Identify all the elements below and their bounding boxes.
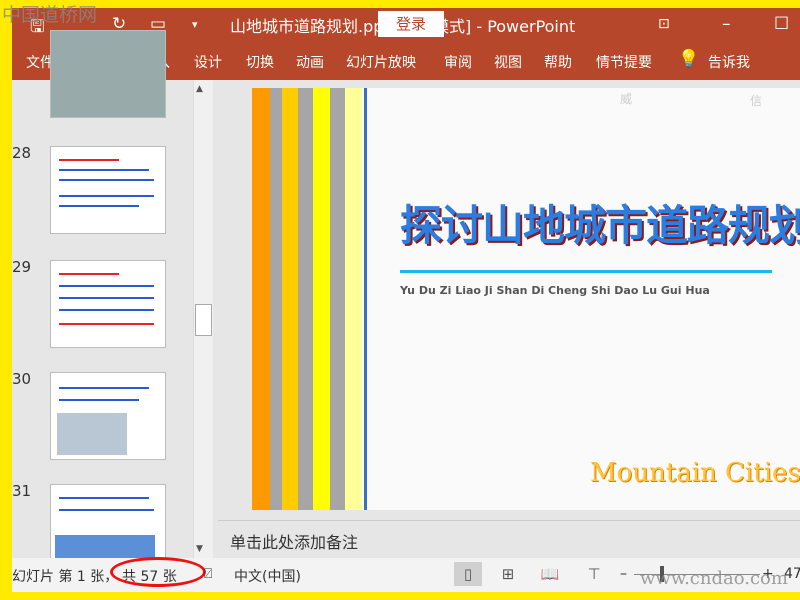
slide-number: 29 bbox=[12, 258, 32, 276]
slide-position: 幻灯片 第 1 张， bbox=[12, 569, 119, 585]
slide-number: 31 bbox=[12, 482, 32, 500]
slide-title[interactable]: 探讨山地城市道路规划 bbox=[400, 192, 800, 253]
slideshow-icon[interactable]: ⊤ bbox=[580, 562, 608, 586]
slide-sorter-icon[interactable]: ⊞ bbox=[494, 562, 522, 586]
tell-me-input[interactable]: 告诉我 bbox=[708, 52, 750, 72]
color-stripe bbox=[313, 88, 330, 510]
color-stripe bbox=[330, 88, 345, 510]
notes-pane[interactable]: 单击此处添加备注 bbox=[218, 520, 800, 556]
reading-view-icon[interactable]: 📖 bbox=[536, 562, 564, 586]
minimize-icon[interactable]: – bbox=[722, 14, 731, 34]
scroll-thumb[interactable] bbox=[195, 304, 212, 336]
scroll-up-icon[interactable]: ▲ bbox=[196, 84, 203, 94]
tab-transitions[interactable]: 切换 bbox=[246, 52, 274, 72]
scroll-down-icon[interactable]: ▼ bbox=[196, 544, 203, 554]
login-button[interactable]: 登录 bbox=[378, 11, 444, 37]
tab-view[interactable]: 视图 bbox=[494, 52, 522, 72]
tab-slideshow[interactable]: 幻灯片放映 bbox=[346, 52, 416, 72]
color-stripe bbox=[282, 88, 298, 510]
english-title[interactable]: Mountain Cities bbox=[590, 458, 800, 488]
lightbulb-icon: 💡 bbox=[678, 49, 700, 69]
customize-toolbar-icon[interactable]: ▾ bbox=[192, 18, 198, 31]
ribbon-display-icon[interactable]: ⊡ bbox=[658, 16, 670, 32]
divider-line bbox=[364, 88, 367, 510]
tab-storyboard[interactable]: 情节提要 bbox=[596, 52, 652, 72]
title-underline bbox=[400, 270, 772, 273]
color-stripe bbox=[345, 88, 362, 510]
watermark-bottom: www.cndao.com bbox=[640, 568, 788, 589]
slide-thumbnail-pane: 28 29 30 31 bbox=[12, 30, 216, 572]
color-stripe bbox=[298, 88, 313, 510]
slide-thumbnail[interactable] bbox=[50, 372, 166, 460]
slide-thumbnail[interactable] bbox=[50, 260, 166, 348]
thumbnail-scrollbar[interactable]: ▲ ▼ bbox=[193, 80, 213, 558]
slide-number: 28 bbox=[12, 144, 32, 162]
map-label: 信 bbox=[750, 94, 763, 108]
slide-thumbnail[interactable] bbox=[50, 146, 166, 234]
zoom-out-icon[interactable]: – bbox=[620, 566, 627, 582]
spellcheck-icon[interactable]: ⍁ bbox=[204, 566, 212, 582]
watermark-top: 中国道桥网 bbox=[2, 4, 98, 26]
slide-number: 30 bbox=[12, 370, 32, 388]
tab-review[interactable]: 审阅 bbox=[444, 52, 472, 72]
slide-editor: 威 信 探讨山地城市道路规划 Yu Du Zi Liao Ji Shan Di … bbox=[218, 80, 800, 518]
map-label: 威 bbox=[620, 92, 633, 106]
highlight-circle bbox=[110, 557, 206, 587]
maximize-icon[interactable]: ☐ bbox=[774, 14, 789, 34]
tab-animations[interactable]: 动画 bbox=[296, 52, 324, 72]
slide-canvas[interactable]: 威 信 探讨山地城市道路规划 Yu Du Zi Liao Ji Shan Di … bbox=[252, 88, 800, 510]
tab-design[interactable]: 设计 bbox=[194, 52, 222, 72]
normal-view-icon[interactable]: ▯ bbox=[454, 562, 482, 586]
language-indicator[interactable]: 中文(中国) bbox=[234, 566, 301, 586]
color-stripe bbox=[252, 88, 270, 510]
powerpoint-window: 🖫 ↻ ▭ ▾ 山地城市道路规划.ppt [兼容模式] - PowerPoint… bbox=[12, 8, 800, 592]
color-stripe bbox=[270, 88, 282, 510]
slide-thumbnail[interactable] bbox=[50, 30, 166, 118]
tab-help[interactable]: 帮助 bbox=[544, 52, 572, 72]
slide-subtitle[interactable]: Yu Du Zi Liao Ji Shan Di Cheng Shi Dao L… bbox=[400, 284, 710, 297]
